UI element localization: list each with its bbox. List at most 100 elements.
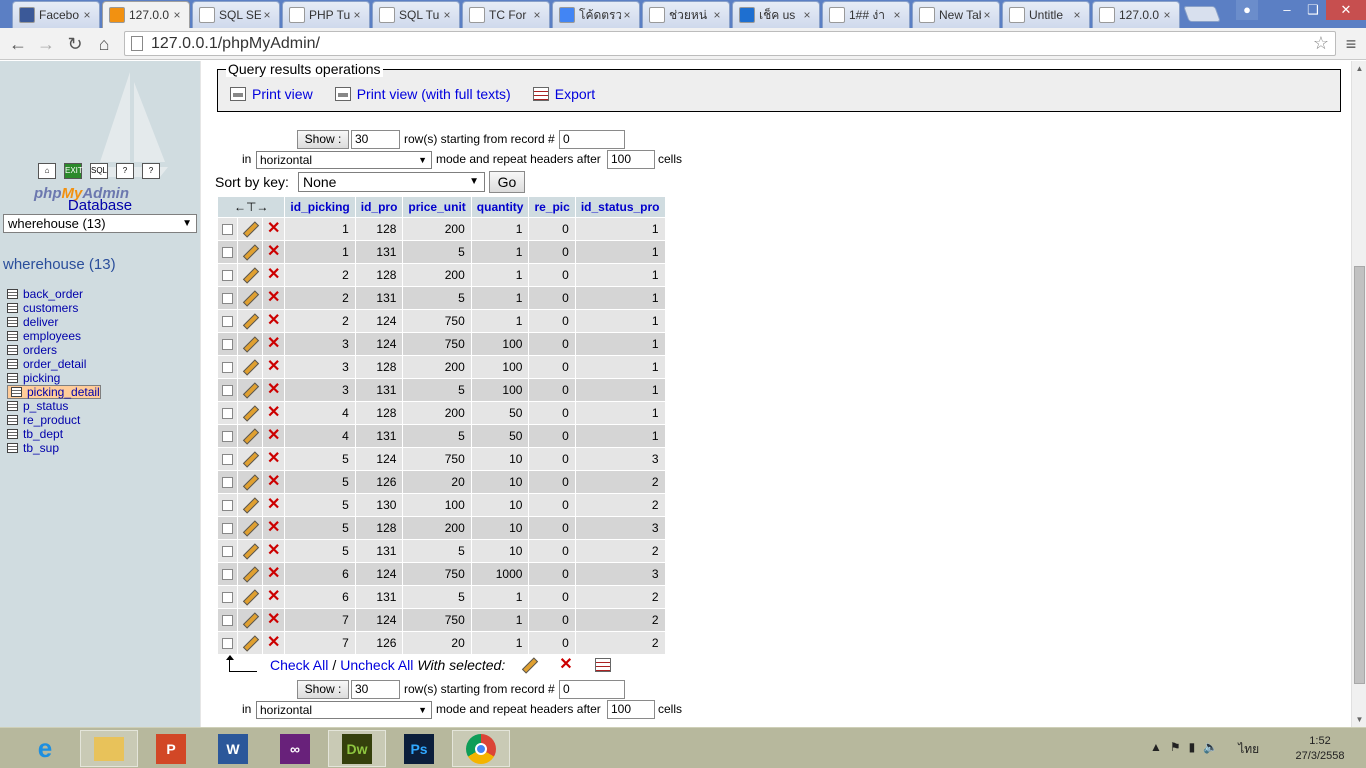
row-checkbox[interactable] — [222, 316, 233, 328]
edit-row-icon[interactable] — [242, 474, 258, 490]
edit-row-icon[interactable] — [242, 405, 258, 421]
scroll-down-icon[interactable]: ▼ — [1352, 712, 1366, 727]
rows-input[interactable]: 30 — [351, 680, 400, 699]
column-header-id_status_pro[interactable]: id_status_pro — [575, 197, 665, 217]
tab-close-icon[interactable]: × — [981, 8, 993, 22]
row-checkbox[interactable] — [222, 385, 233, 397]
export-selected-icon[interactable] — [594, 658, 611, 672]
sql-icon[interactable]: SQL — [90, 163, 108, 179]
table-icon[interactable] — [11, 387, 22, 397]
vertical-scrollbar[interactable]: ▲ ▼ — [1351, 61, 1366, 727]
sidebar-item-picking_detail[interactable]: picking_detail — [7, 385, 101, 399]
column-header-id_picking[interactable]: id_picking — [285, 197, 355, 217]
table-icon[interactable] — [7, 443, 18, 453]
tray-expand-icon[interactable]: ▲ — [1150, 740, 1162, 759]
browser-tab[interactable]: Facebo × — [12, 1, 100, 28]
taskbar-chrome[interactable] — [452, 730, 510, 767]
bookmark-star-icon[interactable]: ☆ — [1313, 32, 1329, 55]
address-bar[interactable]: 127.0.0.1/phpMyAdmin/ ☆ — [124, 31, 1336, 56]
exit-icon[interactable]: EXIT — [64, 163, 83, 179]
sidebar-item-deliver[interactable]: deliver — [7, 315, 197, 329]
edit-row-icon[interactable] — [242, 635, 258, 651]
delete-row-icon[interactable]: ✕ — [267, 474, 280, 490]
user-profile-icon[interactable]: ● — [1236, 0, 1258, 20]
row-checkbox[interactable] — [222, 270, 233, 282]
row-checkbox[interactable] — [222, 500, 233, 512]
browser-tab[interactable]: SQL Tu × — [372, 1, 460, 28]
edit-row-icon[interactable] — [242, 497, 258, 513]
row-checkbox[interactable] — [222, 408, 233, 420]
sort-by-key-select[interactable]: None ▼ — [298, 172, 485, 192]
uncheck-all-link[interactable]: Uncheck All — [340, 657, 413, 673]
delete-row-icon[interactable]: ✕ — [267, 313, 280, 329]
browser-tab[interactable]: TC For × — [462, 1, 550, 28]
edit-row-icon[interactable] — [242, 428, 258, 444]
display-mode-select[interactable]: horizontal ▼ — [256, 151, 432, 169]
minimize-button[interactable]: – — [1274, 0, 1300, 20]
table-icon[interactable] — [7, 415, 18, 425]
repeat-headers-input[interactable]: 100 — [607, 700, 655, 719]
database-title-link[interactable]: wherehouse (13) — [3, 256, 116, 273]
column-header-re_pic[interactable]: re_pic — [529, 197, 575, 217]
sidebar-item-p_status[interactable]: p_status — [7, 399, 197, 413]
row-checkbox[interactable] — [222, 615, 233, 627]
row-checkbox[interactable] — [222, 569, 233, 581]
delete-row-icon[interactable]: ✕ — [267, 428, 280, 444]
tab-close-icon[interactable]: × — [81, 8, 93, 22]
tab-close-icon[interactable]: × — [351, 8, 363, 22]
tab-close-icon[interactable]: × — [261, 8, 273, 22]
sidebar-item-tb_dept[interactable]: tb_dept — [7, 427, 197, 441]
new-tab-button[interactable] — [1183, 6, 1221, 22]
export-link[interactable]: Export — [532, 86, 595, 102]
battery-icon[interactable]: ▮ — [1189, 740, 1196, 759]
home-icon[interactable]: ⌂ — [92, 32, 116, 56]
print-view-full-link[interactable]: Print view (with full texts) — [334, 86, 511, 102]
row-checkbox[interactable] — [222, 247, 233, 259]
edit-row-icon[interactable] — [242, 382, 258, 398]
start-record-input[interactable]: 0 — [559, 130, 625, 149]
browser-tab[interactable]: 127.0.0 × — [1092, 1, 1180, 28]
edit-row-icon[interactable] — [242, 451, 258, 467]
delete-row-icon[interactable]: ✕ — [267, 359, 280, 375]
row-checkbox[interactable] — [222, 454, 233, 466]
tab-close-icon[interactable]: × — [1071, 8, 1083, 22]
edit-row-icon[interactable] — [242, 313, 258, 329]
delete-row-icon[interactable]: ✕ — [267, 267, 280, 283]
row-checkbox[interactable] — [222, 339, 233, 351]
column-header-quantity[interactable]: quantity — [471, 197, 529, 217]
tab-close-icon[interactable]: × — [531, 8, 543, 22]
delete-row-icon[interactable]: ✕ — [267, 336, 280, 352]
column-arrows-icon[interactable]: ←⊤→ — [218, 197, 285, 217]
edit-row-icon[interactable] — [242, 221, 258, 237]
docs-icon[interactable]: ? — [142, 163, 160, 179]
edit-row-icon[interactable] — [242, 290, 258, 306]
tab-close-icon[interactable]: × — [891, 8, 903, 22]
taskbar-visual-studio[interactable]: ∞ — [266, 730, 324, 767]
edit-row-icon[interactable] — [242, 336, 258, 352]
display-mode-select[interactable]: horizontal ▼ — [256, 701, 432, 719]
delete-selected-icon[interactable]: ✕ — [559, 657, 572, 673]
table-icon[interactable] — [7, 317, 18, 327]
row-checkbox[interactable] — [222, 592, 233, 604]
sidebar-item-re_product[interactable]: re_product — [7, 413, 197, 427]
table-icon[interactable] — [7, 359, 18, 369]
row-checkbox[interactable] — [222, 362, 233, 374]
home-icon[interactable]: ⌂ — [38, 163, 56, 179]
volume-icon[interactable]: 🔈 — [1203, 740, 1218, 759]
edit-row-icon[interactable] — [242, 543, 258, 559]
show-button[interactable]: Show : — [297, 130, 349, 149]
sidebar-item-order_detail[interactable]: order_detail — [7, 357, 197, 371]
taskbar-explorer[interactable] — [80, 730, 138, 767]
browser-tab[interactable]: 127.0.0 × — [102, 1, 190, 28]
row-checkbox[interactable] — [222, 477, 233, 489]
check-all-link[interactable]: Check All — [270, 657, 328, 673]
reload-icon[interactable]: ↻ — [63, 32, 87, 56]
tab-close-icon[interactable]: × — [711, 8, 723, 22]
maximize-button[interactable]: ❑ — [1300, 0, 1326, 20]
row-checkbox[interactable] — [222, 546, 233, 558]
query-window-icon[interactable]: ? — [116, 163, 134, 179]
start-record-input[interactable]: 0 — [559, 680, 625, 699]
delete-row-icon[interactable]: ✕ — [267, 497, 280, 513]
edit-row-icon[interactable] — [242, 566, 258, 582]
delete-row-icon[interactable]: ✕ — [267, 612, 280, 628]
